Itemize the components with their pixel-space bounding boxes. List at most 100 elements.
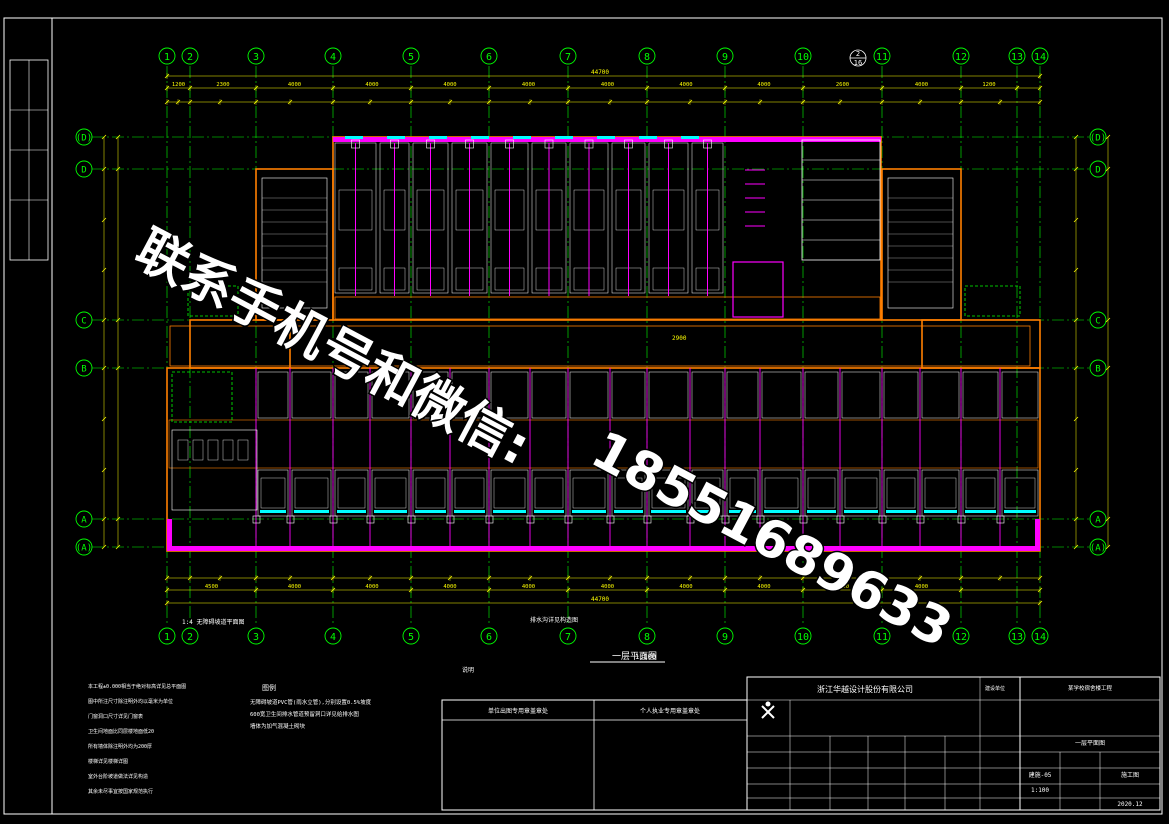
- window-south: [924, 510, 957, 513]
- bed-south: [886, 477, 916, 509]
- axis-label-top: 8: [644, 52, 650, 63]
- axis-label-bottom: 12: [955, 632, 967, 643]
- ramp-area: [171, 371, 233, 423]
- axis-label-bottom: 13: [1011, 632, 1023, 643]
- dim-text: 2300: [216, 82, 229, 88]
- axis-label-top: 11: [876, 52, 888, 63]
- company-name: 浙江华越设计股份有限公司: [817, 684, 913, 694]
- window-north: [345, 136, 363, 139]
- window-south: [1004, 510, 1036, 513]
- axis-label-left: (A): [76, 544, 92, 554]
- stamp-right-label: 个人执业专用章盖章处: [640, 707, 700, 715]
- equipment: [222, 439, 234, 461]
- svg-text:无障碍坡道PVC管(雨水立管),分别设置0.5%坡度: 无障碍坡道PVC管(雨水立管),分别设置0.5%坡度: [250, 698, 372, 706]
- bath-south: [611, 371, 646, 419]
- bed-south: [337, 477, 366, 509]
- window-north: [681, 136, 699, 139]
- svg-text:其余未尽事宜按国家规范执行: 其余未尽事宜按国家规范执行: [88, 788, 153, 795]
- stair-shaft: [887, 177, 954, 309]
- axis-label-top: 10: [797, 52, 809, 63]
- axis-label-top: 13: [1011, 52, 1023, 63]
- dim-text: 4500: [205, 584, 218, 590]
- bath-south: [569, 371, 609, 419]
- bath-south: [921, 371, 960, 419]
- svg-text:16: 16: [854, 59, 862, 67]
- column-south: [957, 515, 966, 524]
- bed-south: [415, 477, 446, 509]
- bottom-note-left: 1:4 无障碍坡道平面图: [182, 618, 244, 626]
- dim-text: 4000: [601, 584, 614, 590]
- column-south: [836, 515, 845, 524]
- axis-label-top: 2: [187, 52, 193, 63]
- svg-text:楼梯详见楼梯详图: 楼梯详见楼梯详图: [88, 758, 128, 765]
- column-south: [407, 515, 416, 524]
- window-south: [844, 510, 878, 513]
- axis-label-right: (A): [1090, 544, 1106, 554]
- dim-text: 4000: [522, 584, 535, 590]
- bed-south: [807, 477, 836, 509]
- dim-text: 4000: [601, 82, 614, 88]
- svg-text:2: 2: [856, 50, 860, 58]
- window-south: [886, 510, 916, 513]
- axis-label-left: C: [81, 317, 86, 327]
- overall-dim-text: 44700: [591, 69, 609, 76]
- dim-text: 4000: [288, 584, 301, 590]
- overall-dim-bottom: 44700: [591, 596, 609, 603]
- equipment: [237, 439, 249, 461]
- svg-text:所有墙体除注明外均为200厚: 所有墙体除注明外均为200厚: [88, 743, 152, 750]
- bed-south: [844, 477, 878, 509]
- svg-text:本工程±0.000相当于绝对标高详见总平面图: 本工程±0.000相当于绝对标高详见总平面图: [88, 683, 186, 690]
- bath-south: [1001, 371, 1039, 419]
- bath-south: [804, 371, 839, 419]
- remarks: 说明: [462, 666, 474, 674]
- dorm-room-south: [334, 469, 369, 517]
- window-south: [493, 510, 526, 513]
- axis-label-bottom: 1: [164, 632, 170, 643]
- general-notes: 本工程±0.000相当于绝对标高详见总平面图 图中所注尺寸除注明外均以毫米为单位…: [88, 683, 186, 795]
- dorm-room-south: [531, 469, 567, 517]
- toilet-block: [732, 261, 784, 318]
- dim-text: 4000: [288, 82, 301, 88]
- window-south: [374, 510, 407, 513]
- window-south: [534, 510, 564, 513]
- stamp-left-label: 单位出图专用章盖章处: [488, 707, 548, 715]
- bath-south: [726, 371, 759, 419]
- axis-label-right: D: [1095, 166, 1100, 176]
- dim-2900: 2900: [672, 335, 687, 342]
- dorm-room-south: [291, 469, 332, 517]
- company-logo: [761, 701, 775, 719]
- axis-label-left: D: [81, 166, 86, 176]
- drawing-name: 一层平面图: [1075, 740, 1105, 747]
- bed-south: [454, 477, 485, 509]
- axis-label-left: B: [81, 365, 86, 375]
- dim-text: 4000: [679, 584, 692, 590]
- door-strip: [1035, 519, 1040, 551]
- window-south: [965, 510, 996, 513]
- window-north: [597, 136, 615, 139]
- axis-label-top: 5: [408, 52, 414, 63]
- axis-label-left: (D): [76, 134, 92, 144]
- dim-text: 4000: [443, 584, 456, 590]
- axis-label-bottom: 5: [408, 632, 414, 643]
- window-south: [337, 510, 366, 513]
- link-right: [921, 319, 1041, 369]
- column-south: [996, 515, 1005, 524]
- axis-label-right: C: [1095, 317, 1100, 327]
- bed-south: [493, 477, 526, 509]
- dim-text: 4000: [679, 82, 692, 88]
- dim-text: 4000: [365, 82, 378, 88]
- detail-ref-top: 2 16: [849, 49, 867, 67]
- column-south: [286, 515, 295, 524]
- dim-text: 4000: [757, 82, 770, 88]
- svg-text:门窗洞口尺寸详见门窗表: 门窗洞口尺寸详见门窗表: [88, 713, 143, 720]
- bath-south: [257, 371, 289, 419]
- bed-south: [260, 477, 286, 509]
- axis-label-bottom: 10: [797, 632, 809, 643]
- svg-text:图例: 图例: [262, 683, 276, 692]
- equipment: [207, 439, 219, 461]
- column-south: [366, 515, 375, 524]
- dorm-room-south: [257, 469, 289, 517]
- bath-south: [761, 371, 802, 419]
- axis-label-bottom: 14: [1034, 632, 1046, 643]
- drawing-phase: 施工图: [1121, 771, 1139, 779]
